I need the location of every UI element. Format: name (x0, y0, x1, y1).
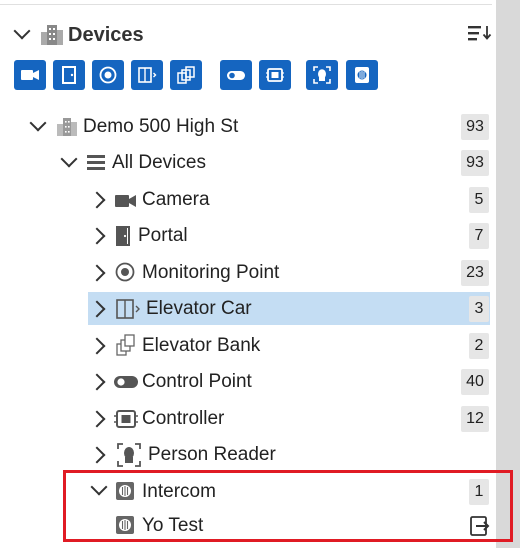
list-icon (87, 155, 105, 170)
tree-type-row-monitoring-point[interactable]: Monitoring Point 23 (0, 256, 492, 290)
face-scan-icon (313, 66, 331, 84)
camera-icon (115, 195, 136, 207)
expand-chevron-icon[interactable] (88, 191, 106, 209)
tree-all-devices-row[interactable]: All Devices 93 (0, 146, 492, 180)
elevator-car-icon (138, 67, 157, 83)
face-scan-icon (117, 443, 141, 467)
tree-type-label: Portal (138, 225, 188, 246)
tree-type-count: 40 (461, 369, 489, 395)
panel-title: Devices (68, 24, 144, 46)
expand-chevron-icon[interactable] (88, 227, 106, 245)
tree-type-label: Control Point (142, 371, 252, 392)
tree-site-count: 93 (461, 114, 489, 140)
expand-chevron-icon[interactable] (88, 264, 106, 282)
building-icon (41, 25, 63, 45)
expand-chevron-icon[interactable] (88, 446, 106, 464)
person-reader-filter-button[interactable] (306, 60, 338, 90)
tree-type-label: Monitoring Point (142, 262, 280, 283)
scrollbar[interactable] (496, 0, 520, 548)
chip-icon (114, 410, 138, 428)
sort-icon[interactable] (468, 24, 492, 42)
tree-all-devices-label: All Devices (112, 152, 206, 173)
tree-type-row-portal[interactable]: Portal 7 (0, 219, 492, 253)
tree-type-label: Controller (142, 408, 225, 429)
door-icon (62, 66, 76, 84)
elevator-bank-icon (116, 334, 135, 356)
camera-filter-button[interactable] (14, 60, 46, 90)
tree-type-row-controller[interactable]: Controller 12 (0, 402, 492, 436)
elevator-bank-filter-button[interactable] (170, 60, 202, 90)
tree-type-count: 7 (469, 223, 489, 249)
intercom-icon (355, 67, 369, 83)
elevator-car-icon (116, 299, 140, 319)
tree-type-label: Camera (142, 189, 210, 210)
tree-type-count: 3 (469, 296, 489, 322)
intercom-highlight-box (63, 470, 513, 542)
target-icon (115, 262, 135, 282)
expand-chevron-icon[interactable] (88, 337, 106, 355)
target-icon (99, 66, 117, 84)
elevator-car-filter-button[interactable] (131, 60, 163, 90)
tree-type-count: 5 (469, 187, 489, 213)
tree-site-row[interactable]: Demo 500 High St 93 (0, 110, 492, 144)
expand-chevron-icon[interactable] (88, 410, 106, 428)
building-icon (57, 118, 77, 136)
intercom-filter-button[interactable] (346, 60, 378, 90)
toggle-icon (114, 376, 138, 388)
expand-chevron-icon[interactable] (29, 114, 47, 132)
tree-type-label: Person Reader (148, 444, 276, 465)
panel-top-border (0, 0, 492, 5)
portal-filter-button[interactable] (53, 60, 85, 90)
toggle-icon (227, 71, 245, 80)
tree-type-row-elevator-car[interactable]: Elevator Car 3 (0, 292, 492, 326)
collapse-devices-chevron-icon[interactable] (13, 22, 31, 40)
tree-type-count: 12 (461, 406, 489, 432)
control-point-filter-button[interactable] (220, 60, 252, 90)
tree-type-row-elevator-bank[interactable]: Elevator Bank 2 (0, 329, 492, 363)
tree-type-count: 2 (469, 333, 489, 359)
controller-filter-button[interactable] (259, 60, 291, 90)
tree-type-count: 23 (461, 260, 489, 286)
tree-type-row-person-reader[interactable]: Person Reader (0, 438, 492, 472)
camera-icon (21, 70, 39, 80)
tree-type-row-camera[interactable]: Camera 5 (0, 183, 492, 217)
tree-type-label: Elevator Car (146, 298, 252, 319)
expand-chevron-icon[interactable] (88, 300, 106, 318)
tree-all-devices-count: 93 (461, 150, 489, 176)
chip-icon (266, 68, 284, 82)
expand-chevron-icon[interactable] (60, 150, 78, 168)
door-icon (116, 226, 130, 246)
tree-type-row-control-point[interactable]: Control Point 40 (0, 365, 492, 399)
monitoring-point-filter-button[interactable] (92, 60, 124, 90)
tree-type-label: Elevator Bank (142, 335, 261, 356)
expand-chevron-icon[interactable] (88, 373, 106, 391)
elevator-bank-icon (177, 66, 195, 84)
tree-site-label: Demo 500 High St (83, 116, 239, 137)
